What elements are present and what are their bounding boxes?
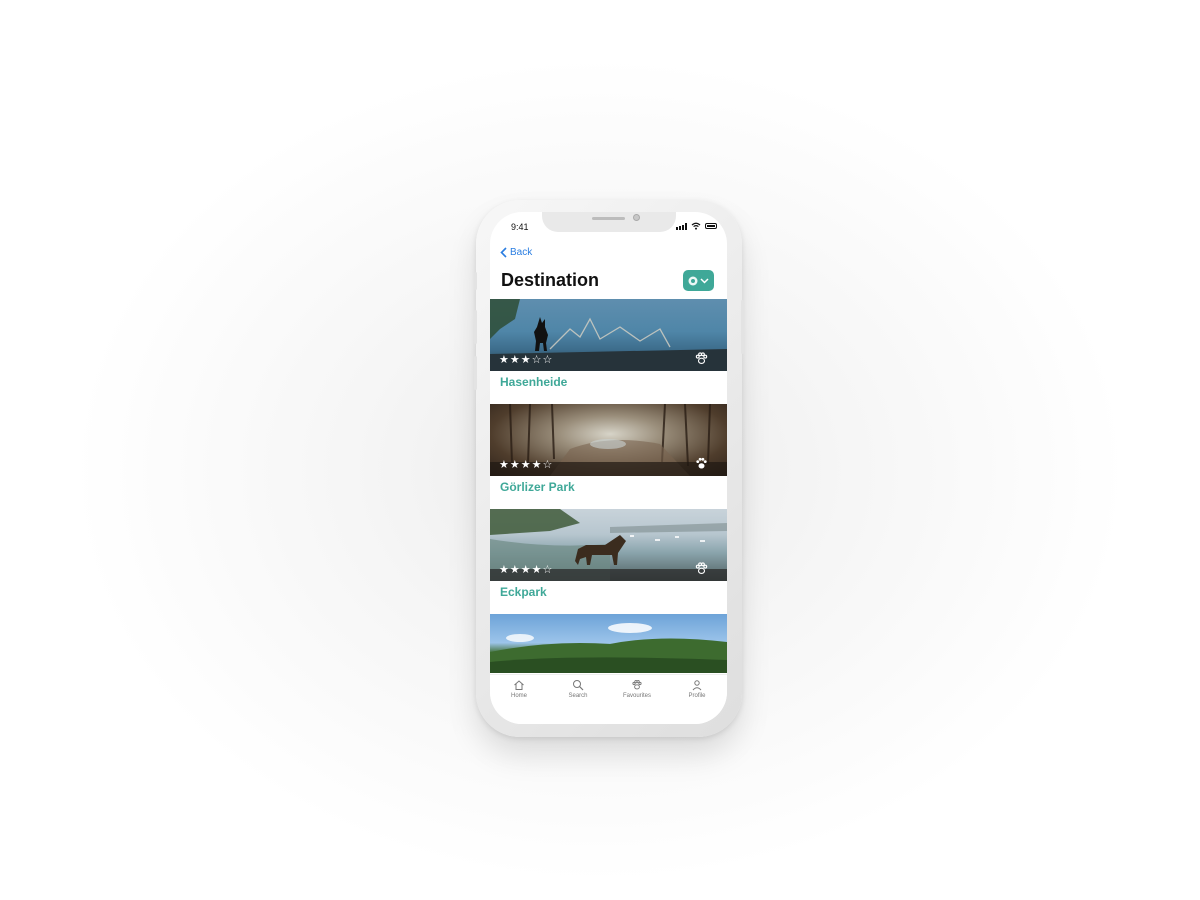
rating-stars: ★★★★☆ xyxy=(499,564,554,576)
paw-icon[interactable] xyxy=(694,561,709,576)
side-button xyxy=(474,272,477,290)
search-icon xyxy=(573,680,584,691)
hills-scene-illustration xyxy=(490,623,727,673)
destination-card[interactable]: ★★★★☆ Eckpark xyxy=(490,509,727,599)
speaker xyxy=(592,217,625,220)
phone-screen: 9:41 Back Destination ★★★☆☆ Hasenheide ★… xyxy=(490,212,727,724)
page-title: Destination xyxy=(501,270,600,290)
destination-photo: ★★★★☆ xyxy=(490,404,727,476)
destination-list[interactable]: ★★★☆☆ Hasenheide ★★★★☆ Görlizer Park ★★★… xyxy=(490,299,727,673)
notch xyxy=(542,212,676,232)
status-icons xyxy=(676,222,717,230)
back-button[interactable]: Back xyxy=(500,247,532,258)
destination-name[interactable]: Hasenheide xyxy=(500,375,567,389)
tab-label: Home xyxy=(510,693,527,699)
destination-card[interactable]: ★★★☆☆ Hasenheide xyxy=(490,299,727,389)
tab-label: Search xyxy=(568,693,588,699)
filter-icon xyxy=(688,276,698,285)
status-time: 9:41 xyxy=(511,222,529,232)
chevron-left-icon xyxy=(500,247,507,258)
destination-name[interactable]: Görlizer Park xyxy=(500,480,575,494)
tab-bar: Home Search Favourites Profile xyxy=(490,674,727,724)
home-icon xyxy=(514,680,524,690)
profile-icon xyxy=(692,680,702,691)
destination-photo: ★★★☆☆ xyxy=(490,299,727,371)
paw-icon[interactable] xyxy=(694,456,709,471)
paw-icon[interactable] xyxy=(694,351,709,366)
destination-photo xyxy=(490,614,727,673)
tab-favourites[interactable]: Favourites xyxy=(612,679,662,699)
destination-photo: ★★★★☆ xyxy=(490,509,727,581)
tab-profile[interactable]: Profile xyxy=(672,679,722,699)
tab-label: Profile xyxy=(688,693,706,699)
power-button xyxy=(741,300,744,354)
rating-stars: ★★★★☆ xyxy=(499,459,554,471)
volume-up-button xyxy=(474,310,477,344)
battery-icon xyxy=(705,223,717,229)
paw-icon xyxy=(632,680,642,690)
destination-card[interactable] xyxy=(490,614,727,673)
filter-dropdown-button[interactable] xyxy=(683,270,714,291)
destination-name[interactable]: Eckpark xyxy=(500,585,547,599)
wifi-icon xyxy=(691,222,701,230)
back-label: Back xyxy=(510,247,533,258)
destination-card[interactable]: ★★★★☆ Görlizer Park xyxy=(490,404,727,494)
tab-home[interactable]: Home xyxy=(494,679,544,699)
rating-stars: ★★★☆☆ xyxy=(499,354,554,366)
signal-icon xyxy=(676,222,687,230)
tab-label: Favourites xyxy=(622,693,651,699)
volume-down-button xyxy=(474,356,477,390)
tab-search[interactable]: Search xyxy=(553,679,603,699)
phone-mockup: 9:41 Back Destination ★★★☆☆ Hasenheide ★… xyxy=(474,200,744,737)
chevron-down-icon xyxy=(700,277,709,284)
camera xyxy=(633,214,640,221)
